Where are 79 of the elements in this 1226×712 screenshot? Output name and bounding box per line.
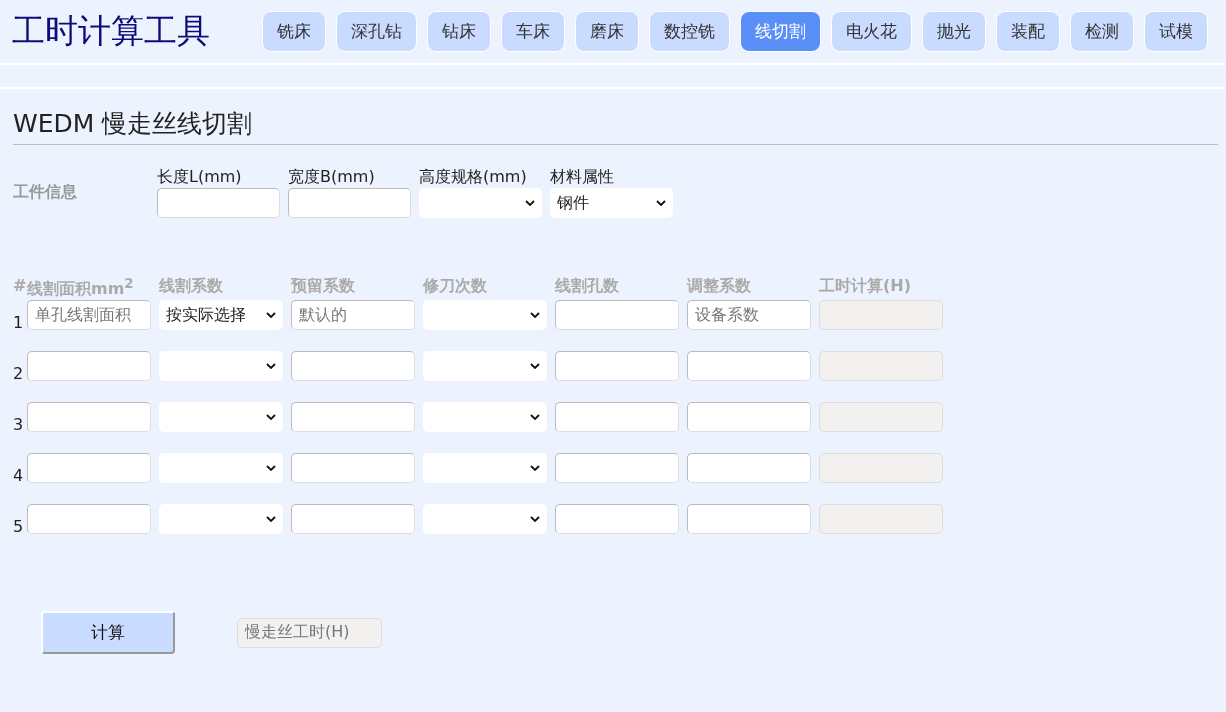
input-field[interactable] — [687, 453, 811, 483]
chevron-down-icon — [530, 414, 540, 420]
tab[interactable]: 深孔钻 — [336, 11, 417, 52]
input-field[interactable] — [27, 402, 151, 432]
column-header: 预留系数 — [291, 276, 356, 297]
input-field[interactable] — [291, 402, 415, 432]
input-field[interactable] — [27, 351, 151, 381]
chevron-down-icon — [266, 312, 276, 318]
input-field[interactable] — [555, 402, 679, 432]
column-header: # — [13, 276, 27, 297]
dropdown[interactable]: 钢件 — [550, 188, 673, 218]
input-field[interactable] — [555, 504, 679, 534]
input-field[interactable] — [27, 504, 151, 534]
dropdown[interactable] — [423, 504, 547, 534]
tab[interactable]: 检测 — [1070, 11, 1134, 52]
dropdown[interactable] — [159, 504, 283, 534]
field-label: 高度规格(mm) — [419, 167, 528, 188]
row-number: 3 — [13, 415, 25, 434]
input-field[interactable]: 单孔线割面积 — [27, 300, 151, 330]
input-field[interactable] — [687, 504, 811, 534]
chevron-down-icon — [266, 516, 276, 522]
field-label: 材料属性 — [550, 167, 615, 188]
input-field[interactable] — [687, 402, 811, 432]
input-field[interactable] — [27, 453, 151, 483]
column-header: 修刀次数 — [423, 276, 488, 297]
column-header: 调整系数 — [687, 276, 752, 297]
chevron-down-icon — [266, 465, 276, 471]
chevron-down-icon — [530, 363, 540, 369]
field-label: 长度L(mm) — [157, 167, 243, 188]
dropdown[interactable] — [423, 453, 547, 483]
row-number: 1 — [13, 313, 25, 332]
tab[interactable]: 试模 — [1144, 11, 1208, 52]
input-field[interactable]: 默认的 — [291, 300, 415, 330]
input-field[interactable] — [291, 351, 415, 381]
input-field[interactable] — [555, 351, 679, 381]
input-field[interactable] — [288, 188, 411, 218]
chevron-down-icon — [530, 516, 540, 522]
row-number: 2 — [13, 364, 25, 383]
input-field[interactable] — [157, 188, 280, 218]
tab[interactable]: 抛光 — [922, 11, 986, 52]
tab[interactable]: 车床 — [501, 11, 565, 52]
tab[interactable]: 铣床 — [262, 11, 326, 52]
row-number: 5 — [13, 517, 25, 536]
chevron-down-icon — [530, 312, 540, 318]
chevron-down-icon — [656, 200, 666, 206]
column-header: 工时计算(H) — [819, 276, 912, 297]
input-field[interactable] — [555, 300, 679, 330]
chevron-down-icon — [530, 465, 540, 471]
tab[interactable]: 数控铣 — [649, 11, 730, 52]
workpiece-label: 工件信息 — [13, 182, 78, 203]
row-number: 4 — [13, 466, 25, 485]
dropdown[interactable] — [423, 300, 547, 330]
dropdown[interactable] — [159, 351, 283, 381]
dropdown[interactable] — [423, 351, 547, 381]
column-header: 线割系数 — [159, 276, 224, 297]
app-title: 工时计算工具 — [12, 10, 211, 52]
input-field[interactable] — [555, 453, 679, 483]
input-field[interactable] — [291, 504, 415, 534]
chevron-down-icon — [266, 363, 276, 369]
tab[interactable]: 钻床 — [427, 11, 491, 52]
column-header: 线割面积mm$^{2}$ — [27, 276, 135, 300]
calculate-button[interactable]: 计算 — [41, 611, 175, 654]
result-field: 慢走丝工时(H) — [237, 617, 382, 648]
dropdown[interactable]: 按实际选择 — [159, 300, 283, 330]
column-header: 线割孔数 — [555, 276, 620, 297]
dropdown[interactable] — [159, 402, 283, 432]
input-field[interactable]: 设备系数 — [687, 300, 811, 330]
section-title: WEDM 慢走丝线切割 — [13, 89, 1218, 145]
input-field[interactable] — [291, 453, 415, 483]
tab[interactable]: 电火花 — [831, 11, 912, 52]
tab[interactable]: 磨床 — [575, 11, 639, 52]
dropdown[interactable] — [423, 402, 547, 432]
dropdown[interactable] — [419, 188, 542, 218]
dropdown[interactable] — [159, 453, 283, 483]
field-label: 宽度B(mm) — [288, 167, 376, 188]
input-field[interactable] — [687, 351, 811, 381]
tab[interactable]: 装配 — [996, 11, 1060, 52]
chevron-down-icon — [525, 200, 535, 206]
chevron-down-icon — [266, 414, 276, 420]
